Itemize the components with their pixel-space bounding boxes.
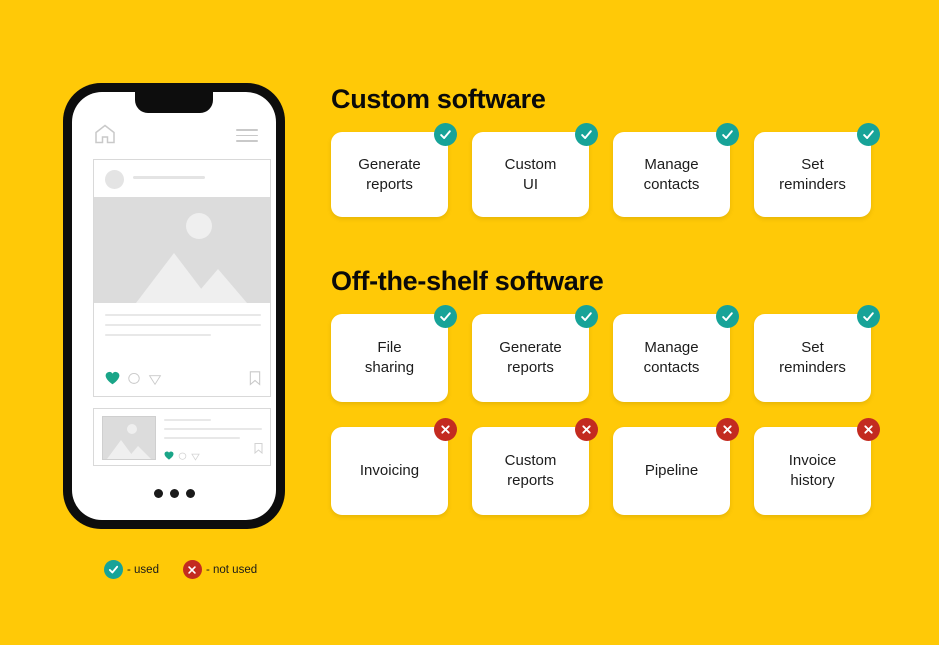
send-icon[interactable] xyxy=(191,448,200,466)
feature-card-label: Custom UI xyxy=(504,155,557,193)
app-header xyxy=(72,120,276,152)
section-custom-software: Custom software Generate reports Custom … xyxy=(331,84,880,217)
legend-item-not-used: - not used xyxy=(182,560,258,579)
feed-post-card-small xyxy=(93,408,271,466)
check-circle-icon xyxy=(575,305,598,328)
feature-card[interactable]: Generate reports xyxy=(472,305,598,402)
legend: - used - not used xyxy=(104,560,257,579)
card-row: Invoicing Custom reports Pipeline Invoic… xyxy=(331,418,880,515)
x-circle-icon xyxy=(182,560,202,579)
x-circle-icon xyxy=(857,418,880,441)
check-circle-icon xyxy=(104,560,123,579)
check-circle-icon xyxy=(716,305,739,328)
feature-card[interactable]: Custom reports xyxy=(472,418,598,515)
hamburger-menu-icon[interactable] xyxy=(236,129,258,142)
bookmark-icon[interactable] xyxy=(249,371,261,391)
placeholder-mountain-icon xyxy=(107,440,151,459)
check-circle-icon xyxy=(857,123,880,146)
feature-card[interactable]: Custom UI xyxy=(472,123,598,217)
pagination-dot[interactable] xyxy=(153,489,163,498)
heart-icon[interactable] xyxy=(164,447,174,465)
comment-bubble-icon[interactable] xyxy=(127,372,141,391)
post-actions xyxy=(105,370,261,388)
placeholder-mountain-icon xyxy=(136,253,247,303)
section-off-the-shelf-software: Off-the-shelf software File sharing Gene… xyxy=(331,266,880,515)
phone-mockup xyxy=(63,83,285,529)
image-placeholder xyxy=(94,197,270,303)
legend-label-used: - used xyxy=(127,563,159,576)
pagination-dot[interactable] xyxy=(185,489,195,498)
feature-card-label: Invoicing xyxy=(359,462,420,480)
x-circle-icon xyxy=(716,418,739,441)
legend-label-not-used: - not used xyxy=(205,563,258,576)
feed-post-card xyxy=(93,159,271,397)
send-icon[interactable] xyxy=(148,373,162,391)
x-circle-icon xyxy=(434,418,457,441)
feature-card[interactable]: Set reminders xyxy=(754,123,880,217)
feature-card[interactable]: Manage contacts xyxy=(613,123,739,217)
feature-card-label: Set reminders xyxy=(779,155,846,193)
pagination-dot[interactable] xyxy=(169,489,179,498)
feature-card[interactable]: Generate reports xyxy=(331,123,457,217)
feature-card[interactable]: File sharing xyxy=(331,305,457,402)
pagination-dots[interactable] xyxy=(72,489,276,498)
card-row: File sharing Generate reports Manage con… xyxy=(331,305,880,402)
post-text-placeholder xyxy=(105,314,261,344)
card-row: Generate reports Custom UI Manage contac… xyxy=(331,123,880,217)
feature-card[interactable]: Manage contacts xyxy=(613,305,739,402)
section-title: Custom software xyxy=(331,84,546,114)
check-circle-icon xyxy=(434,123,457,146)
feature-card[interactable]: Invoice history xyxy=(754,418,880,515)
legend-item-used: - used xyxy=(104,560,159,579)
image-placeholder xyxy=(102,416,156,460)
feature-card-label: Manage contacts xyxy=(643,339,700,376)
home-icon[interactable] xyxy=(93,122,117,146)
post-header xyxy=(94,160,270,197)
post-author-placeholder xyxy=(133,176,205,179)
phone-notch xyxy=(135,92,213,113)
phone-screen xyxy=(72,92,276,520)
post-actions xyxy=(164,447,264,461)
feature-card-label: Pipeline xyxy=(644,462,699,480)
feature-card-label: Generate reports xyxy=(358,155,421,193)
heart-icon[interactable] xyxy=(105,371,120,390)
feature-card-label: Invoice history xyxy=(788,452,837,489)
check-circle-icon xyxy=(575,123,598,146)
feature-card-label: File sharing xyxy=(364,339,415,376)
check-circle-icon xyxy=(434,305,457,328)
feature-card[interactable]: Invoicing xyxy=(331,418,457,515)
feature-card-label: Manage contacts xyxy=(643,155,700,193)
x-circle-icon xyxy=(575,418,598,441)
post-text-placeholder xyxy=(164,419,262,446)
bookmark-icon[interactable] xyxy=(254,441,263,459)
section-title: Off-the-shelf software xyxy=(331,266,604,296)
infographic-canvas: - used - not used Custom software Genera… xyxy=(0,0,939,645)
feature-card[interactable]: Pipeline xyxy=(613,418,739,515)
check-circle-icon xyxy=(716,123,739,146)
feature-card[interactable]: Set reminders xyxy=(754,305,880,402)
feature-card-label: Custom reports xyxy=(504,452,557,489)
feature-card-label: Generate reports xyxy=(499,339,562,376)
comment-bubble-icon[interactable] xyxy=(178,448,187,466)
check-circle-icon xyxy=(857,305,880,328)
avatar xyxy=(105,170,124,189)
feature-card-label: Set reminders xyxy=(779,339,846,376)
